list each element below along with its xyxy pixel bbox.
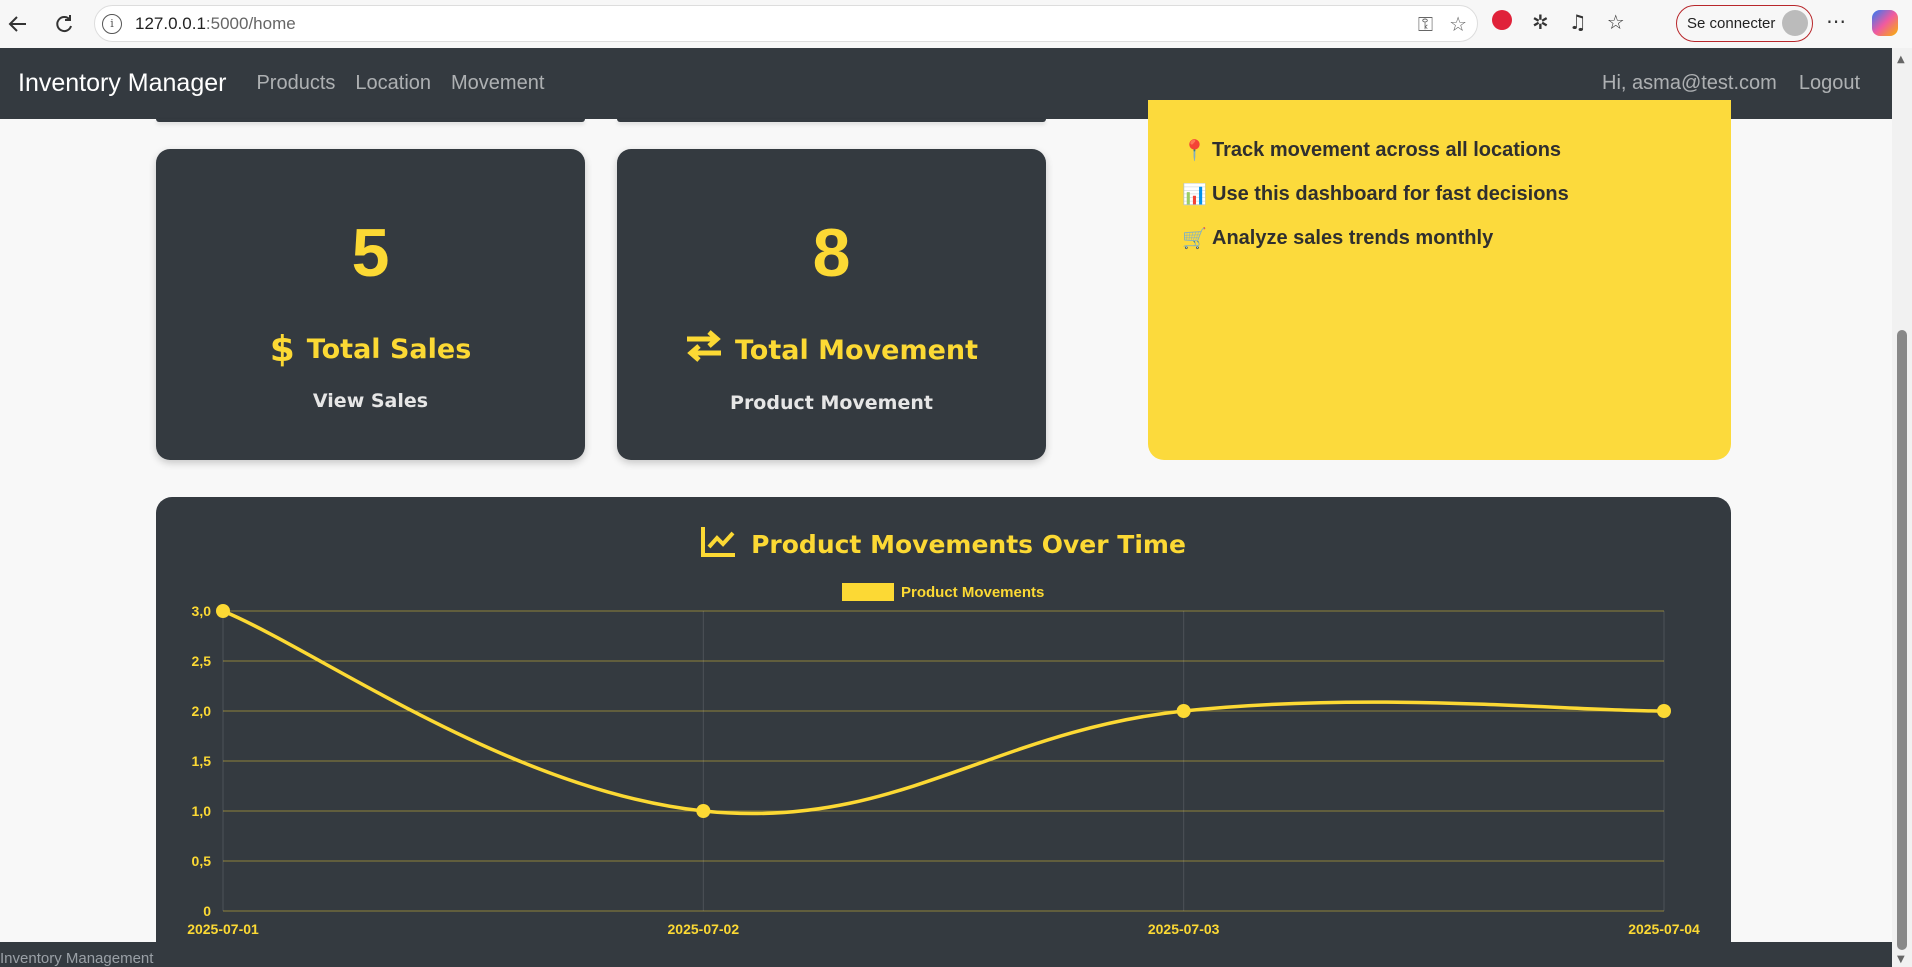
exchange-icon — [685, 329, 723, 372]
sales-count: 5 — [351, 215, 390, 291]
card-remnant — [617, 119, 1046, 122]
legend-swatch — [842, 583, 894, 601]
page-scrollbar[interactable]: ▲ ▼ — [1892, 48, 1912, 967]
extensions-icon[interactable]: ✲ — [1532, 10, 1549, 34]
total-sales-card[interactable]: 5 $ Total Sales View Sales — [156, 149, 585, 460]
x-tick-label: 2025-07-02 — [668, 921, 740, 937]
copilot-icon[interactable] — [1872, 10, 1898, 36]
signin-label: Se connecter — [1687, 15, 1776, 32]
y-tick-label: 2,5 — [192, 653, 212, 669]
footer-text: Inventory Management — [0, 950, 154, 967]
sales-link[interactable]: View Sales — [156, 390, 585, 412]
adblock-icon[interactable] — [1492, 10, 1512, 30]
pin-icon: 📍 — [1182, 140, 1207, 162]
movement-count: 8 — [812, 215, 851, 291]
cart-icon: 🛒 — [1182, 228, 1207, 250]
avatar — [1782, 10, 1808, 36]
series-line — [222, 609, 1665, 816]
y-tick-label: 2,0 — [192, 703, 212, 719]
footer: Inventory Management — [0, 942, 1892, 967]
bar-chart-icon: 📊 — [1182, 184, 1207, 206]
x-tick-label: 2025-07-03 — [1148, 921, 1220, 937]
site-info-icon[interactable]: i — [102, 13, 122, 34]
y-tick-label: 0,5 — [192, 853, 212, 869]
nav-movement[interactable]: Movement — [451, 72, 544, 95]
nav-products[interactable]: Products — [256, 72, 335, 95]
data-point — [216, 604, 230, 618]
chart-card: Product Movements Over Time Product Move… — [156, 497, 1731, 942]
y-tick-label: 1,0 — [192, 803, 212, 819]
nav-location[interactable]: Location — [355, 72, 431, 95]
movement-link[interactable]: Product Movement — [617, 392, 1046, 414]
address-bar[interactable]: i 127.0.0.1:5000/home ⚿ ☆ — [94, 5, 1478, 42]
browser-toolbar: i 127.0.0.1:5000/home ⚿ ☆ ✲ ♫ ☆ Se conne… — [0, 0, 1912, 48]
back-arrow-icon[interactable] — [0, 6, 36, 42]
key-icon[interactable]: ⚿ — [1418, 12, 1433, 36]
data-point — [1657, 704, 1671, 718]
total-movement-card[interactable]: 8 Total Movement Product Movement — [617, 149, 1046, 460]
legend-label: Product Movements — [901, 584, 1044, 601]
signin-button[interactable]: Se connecter — [1676, 5, 1813, 42]
scroll-thumb[interactable] — [1897, 330, 1907, 950]
more-menu-icon[interactable]: ⋯ — [1826, 9, 1846, 33]
tip-item: 🛒 Analyze sales trends monthly — [1182, 227, 1494, 250]
y-tick-label: 0 — [203, 903, 211, 919]
x-tick-label: 2025-07-04 — [1628, 921, 1700, 937]
scroll-down-icon[interactable]: ▼ — [1897, 954, 1905, 965]
scroll-up-icon[interactable]: ▲ — [1897, 54, 1905, 65]
movement-title: Total Movement — [734, 335, 979, 366]
logout-link[interactable]: Logout — [1799, 72, 1860, 95]
reload-icon[interactable] — [46, 6, 82, 42]
tips-panel: 📍 Track movement across all locations 📊 Us… — [1148, 100, 1731, 460]
card-remnant — [156, 119, 585, 122]
y-tick-label: 3,0 — [192, 603, 212, 619]
tip-item: 📍 Track movement across all locations — [1182, 139, 1562, 162]
y-tick-label: 1,5 — [192, 753, 212, 769]
star-icon[interactable]: ☆ — [1449, 12, 1467, 36]
user-greeting: Hi, asma@test.com — [1602, 72, 1777, 94]
movement-line-chart: Product Movements 0 0,5 1,0 1,5 2,0 2,5 3,0 2025… — [187, 583, 1700, 937]
tip-item: 📊 Use this dashboard for fast decisions — [1182, 183, 1569, 206]
url-text: 127.0.0.1:5000/home — [135, 13, 296, 33]
x-tick-label: 2025-07-01 — [187, 921, 259, 937]
brand-link[interactable]: Inventory Manager — [18, 69, 226, 98]
sales-title: Total Sales — [306, 334, 472, 365]
dollar-icon: $ — [269, 329, 295, 370]
favorites-icon[interactable]: ☆ — [1607, 10, 1625, 34]
data-point — [1176, 704, 1191, 718]
media-icon[interactable]: ♫ — [1569, 10, 1587, 34]
data-point — [696, 804, 711, 818]
